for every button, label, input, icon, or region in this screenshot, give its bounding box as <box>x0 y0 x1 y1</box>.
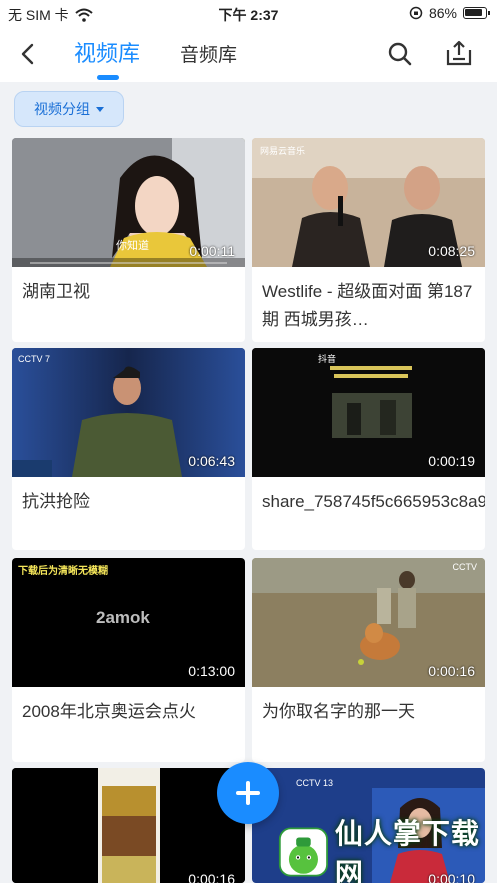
thumbnail-caption: CCTV <box>452 562 478 572</box>
video-thumbnail: 0:00:16 <box>12 768 245 883</box>
video-card[interactable]: CCTV 0:00:16 为你取名字的那一天 <box>252 558 485 762</box>
orientation-lock-icon <box>409 6 423 20</box>
thumbnail-caption: 网易云音乐 <box>260 146 306 156</box>
cactus-logo-icon <box>278 826 328 877</box>
tab-indicator <box>97 75 119 80</box>
video-thumbnail: 网易云音乐 0:08:25 <box>252 138 485 267</box>
video-card[interactable]: 下载后为清晰无模糊 2amok 0:13:00 2008年北京奥运会点火 <box>12 558 245 762</box>
video-thumbnail: 抖音 0:00:19 <box>252 348 485 477</box>
battery-percent: 86% <box>428 5 457 21</box>
video-duration: 0:08:25 <box>428 243 475 259</box>
thumbnail-caption: CCTV 7 <box>18 354 51 364</box>
thumbnail-overlay: 2amok <box>96 608 150 627</box>
add-video-button[interactable] <box>217 762 279 824</box>
nav-header: 视频库 音频库 <box>0 26 497 82</box>
video-duration: 0:00:19 <box>428 453 475 469</box>
video-duration: 0:00:11 <box>189 243 235 259</box>
video-duration: 0:00:16 <box>188 871 235 883</box>
video-thumbnail: CCTV 7 0:06:43 <box>12 348 245 477</box>
battery-icon <box>463 7 490 19</box>
video-group-dropdown[interactable]: 视频分组 <box>14 91 124 127</box>
video-card[interactable]: 0:00:16 <box>12 768 245 883</box>
thumbnail-caption: 你知道 <box>116 240 149 252</box>
thumbnail-art <box>12 768 245 883</box>
video-card[interactable]: 网易云音乐 0:08:25 Westlife - 超级面对面 第187期 西城男… <box>252 138 485 342</box>
video-title: 抗洪抢险 <box>22 492 90 511</box>
status-right: 86% <box>409 5 490 21</box>
tab-video-library[interactable]: 视频库 <box>74 36 140 68</box>
search-icon[interactable] <box>386 40 414 68</box>
tab-audio-library[interactable]: 音频库 <box>180 40 237 67</box>
video-group-label: 视频分组 <box>34 101 90 117</box>
video-title: 为你取名字的那一天 <box>262 702 415 721</box>
thumbnail-caption: 抖音 <box>318 354 337 364</box>
thumbnail-caption: CCTV 13 <box>296 778 334 788</box>
video-thumbnail: 你知道 0:00:11 <box>12 138 245 267</box>
caret-down-icon <box>96 106 104 112</box>
video-duration: 0:06:43 <box>188 453 235 469</box>
video-title: 湖南卫视 <box>22 282 90 301</box>
video-duration: 0:13:00 <box>188 663 235 679</box>
thumbnail-caption: 下载后为清晰无模糊 <box>18 566 108 577</box>
video-card[interactable]: 抖音 0:00:19 share_758745f5c665953c8a9b7c5… <box>252 348 485 550</box>
video-card[interactable]: CCTV 7 0:06:43 抗洪抢险 <box>12 348 245 550</box>
status-bar: 无 SIM 卡 下午 2:37 86% <box>0 0 497 26</box>
back-icon[interactable] <box>14 40 42 68</box>
video-title: share_758745f5c665953c8a9b7c58bb55ea… <box>262 492 485 511</box>
video-card[interactable]: 你知道 0:00:11 湖南卫视 <box>12 138 245 342</box>
video-duration: 0:00:16 <box>428 663 475 679</box>
video-thumbnail: 下载后为清晰无模糊 2amok 0:13:00 <box>12 558 245 687</box>
watermark-text: 仙人掌下载网 <box>334 817 480 883</box>
watermark: 仙人掌下载网 <box>278 818 493 883</box>
video-title: 2008年北京奥运会点火 <box>22 702 196 721</box>
video-thumbnail: CCTV 0:00:16 <box>252 558 485 687</box>
video-title: Westlife - 超级面对面 第187期 西城男孩… <box>262 282 473 329</box>
upload-icon[interactable] <box>444 38 474 68</box>
